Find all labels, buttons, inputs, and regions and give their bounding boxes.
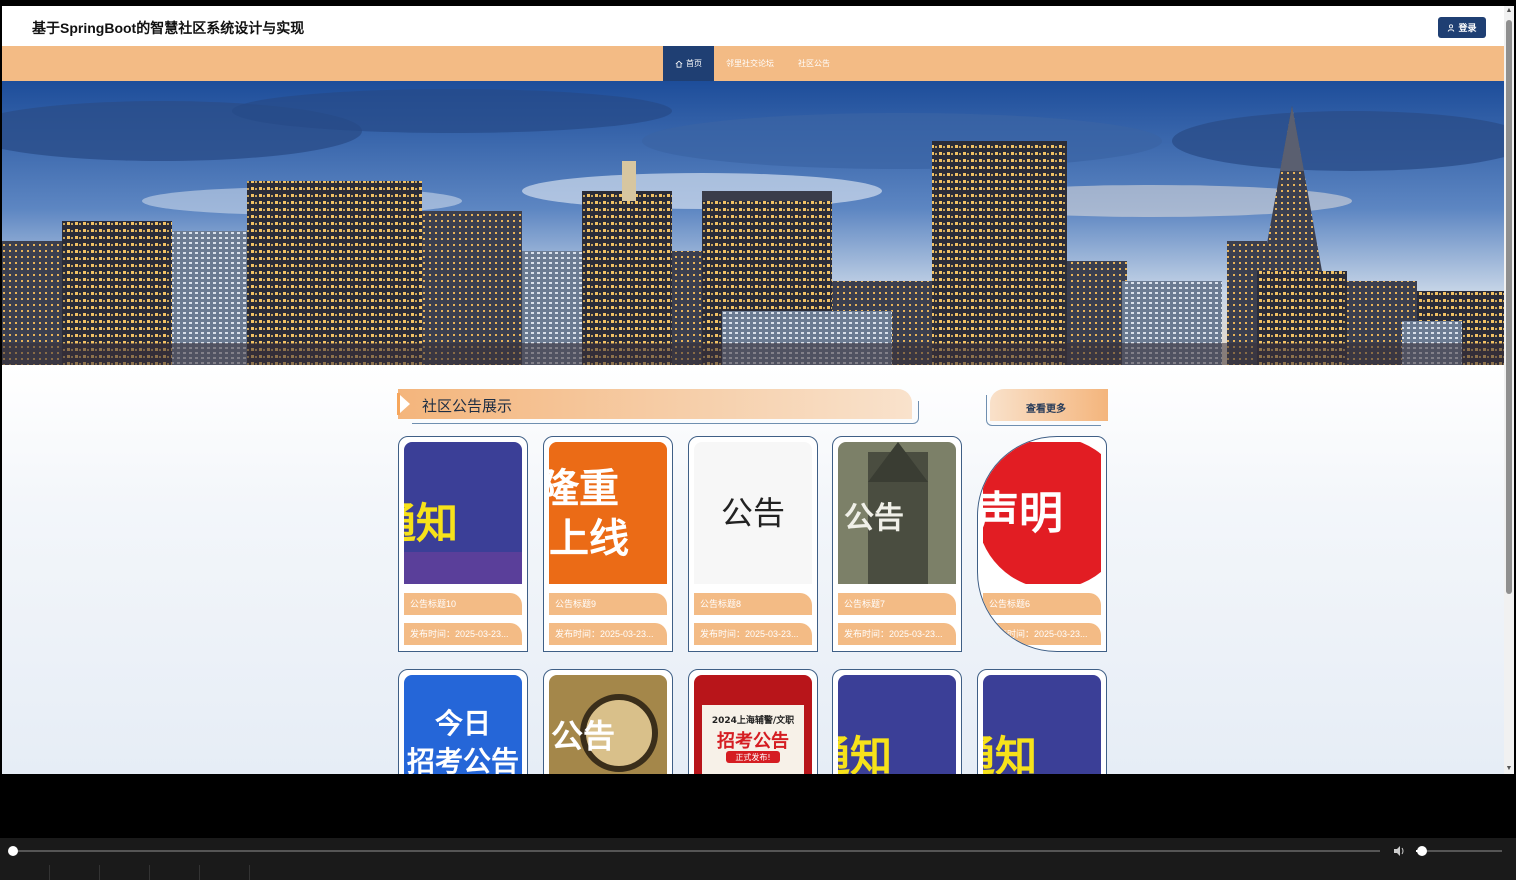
svg-text:通知: 通知 bbox=[404, 499, 458, 548]
notice-card[interactable]: 公告 公告标题8 发布时间：2025-03-23... bbox=[688, 436, 818, 652]
nav-item-notices-label: 社区公告 bbox=[798, 59, 830, 68]
chevron-right-icon bbox=[400, 395, 410, 413]
site-title: 基于SpringBoot的智慧社区系统设计与实现 bbox=[32, 20, 305, 36]
notice-card-image: 公告 bbox=[549, 675, 667, 774]
notice-card[interactable]: 通知 bbox=[977, 669, 1107, 774]
notice-section-header: 社区公告展示 bbox=[397, 389, 920, 425]
hero-banner-city-skyline bbox=[2, 81, 1504, 365]
notice-card-date: 发布时间：2025-03-23... bbox=[983, 623, 1101, 645]
view-more-label: 查看更多 bbox=[1026, 404, 1066, 415]
svg-text:公告: 公告 bbox=[844, 501, 904, 536]
scroll-down-icon[interactable]: ▼ bbox=[1505, 764, 1513, 774]
notice-card[interactable]: 公告 公告标题7 发布时间：2025-03-23... bbox=[832, 436, 962, 652]
svg-text:招考公告: 招考公告 bbox=[717, 730, 789, 752]
notice-card-date: 发布时间：2025-03-23... bbox=[838, 623, 956, 645]
notice-card[interactable]: 通知 bbox=[832, 669, 962, 774]
notice-card-image: 公告 bbox=[694, 442, 812, 584]
notice-card-title: 公告标题9 bbox=[549, 593, 667, 615]
notice-card-image: 通知 bbox=[983, 675, 1101, 774]
home-icon bbox=[675, 60, 683, 68]
volume-icon[interactable] bbox=[1392, 844, 1406, 858]
svg-text:招考公告: 招考公告 bbox=[407, 745, 519, 774]
notice-card-title: 公告标题6 bbox=[983, 593, 1101, 615]
notice-card[interactable]: 声明 公告标题6 发布时间：2025-03-23... bbox=[977, 436, 1107, 652]
view-more-button[interactable]: 查看更多 bbox=[984, 389, 1108, 429]
volume-track[interactable] bbox=[1416, 850, 1502, 852]
section-title: 社区公告展示 bbox=[422, 398, 513, 415]
page-scrollbar[interactable]: ▲ ▼ bbox=[1504, 6, 1514, 774]
scroll-up-icon[interactable]: ▲ bbox=[1505, 6, 1513, 16]
notice-card-image: 通知 bbox=[838, 675, 956, 774]
notice-card-image: 隆重上线 bbox=[549, 442, 667, 584]
scrollbar-thumb[interactable] bbox=[1506, 20, 1512, 594]
svg-text:隆重: 隆重 bbox=[549, 466, 619, 512]
svg-text:上线: 上线 bbox=[549, 516, 629, 562]
login-label: 登录 bbox=[1458, 23, 1477, 33]
top-bar: 基于SpringBoot的智慧社区系统设计与实现 登录 bbox=[2, 6, 1504, 46]
svg-text:公告: 公告 bbox=[721, 494, 785, 532]
progress-track[interactable] bbox=[12, 850, 1380, 852]
notice-card-title: 公告标题8 bbox=[694, 593, 812, 615]
notice-card-image: 2024上海辅警/文职招考公告 正式发布! bbox=[694, 675, 812, 774]
user-icon bbox=[1448, 23, 1455, 32]
notice-card-image: 今日 招考公告 bbox=[404, 675, 522, 774]
nav-item-home-label: 首页 bbox=[686, 59, 702, 68]
svg-text:正式发布!: 正式发布! bbox=[735, 752, 770, 762]
main-nav: 首页 邻里社交论坛 社区公告 bbox=[2, 46, 1504, 81]
svg-text:公告: 公告 bbox=[551, 717, 615, 755]
browser-viewport: 基于SpringBoot的智慧社区系统设计与实现 登录 首页 邻里社交论坛 社区… bbox=[2, 6, 1514, 774]
nav-item-forum[interactable]: 邻里社交论坛 bbox=[714, 46, 786, 81]
login-button[interactable]: 登录 bbox=[1438, 17, 1486, 38]
svg-text:声明: 声明 bbox=[983, 488, 1063, 539]
nav-item-notices[interactable]: 社区公告 bbox=[786, 46, 842, 81]
notice-card[interactable]: 隆重上线 公告标题9 发布时间：2025-03-23... bbox=[543, 436, 673, 652]
notice-card-title: 公告标题10 bbox=[404, 593, 522, 615]
notice-card-date: 发布时间：2025-03-23... bbox=[694, 623, 812, 645]
nav-item-forum-label: 邻里社交论坛 bbox=[726, 59, 774, 68]
progress-knob[interactable] bbox=[8, 846, 18, 856]
notice-card[interactable]: 公告 bbox=[543, 669, 673, 774]
notice-card[interactable]: 2024上海辅警/文职招考公告 正式发布! bbox=[688, 669, 818, 774]
notice-card-image: 声明 bbox=[983, 442, 1101, 584]
svg-text:2024上海辅警/文职: 2024上海辅警/文职 bbox=[712, 714, 794, 726]
nav-item-home[interactable]: 首页 bbox=[663, 46, 714, 81]
notice-card-image: 通知 bbox=[404, 442, 522, 584]
svg-text:今日: 今日 bbox=[435, 707, 491, 740]
notice-card-date: 发布时间：2025-03-23... bbox=[549, 623, 667, 645]
notice-card-image: 公告 bbox=[838, 442, 956, 584]
svg-text:通知: 通知 bbox=[983, 732, 1037, 774]
notice-card[interactable]: 通知 公告标题10 发布时间：2025-03-23... bbox=[398, 436, 528, 652]
notice-card[interactable]: 今日 招考公告 bbox=[398, 669, 528, 774]
svg-text:通知: 通知 bbox=[838, 732, 892, 774]
notice-card-date: 发布时间：2025-03-23... bbox=[404, 623, 522, 645]
taskbar-strip bbox=[0, 865, 1516, 880]
page: 基于SpringBoot的智慧社区系统设计与实现 登录 首页 邻里社交论坛 社区… bbox=[2, 6, 1504, 774]
volume-knob[interactable] bbox=[1417, 846, 1427, 856]
video-player-controls bbox=[0, 838, 1516, 880]
notice-card-title: 公告标题7 bbox=[838, 593, 956, 615]
